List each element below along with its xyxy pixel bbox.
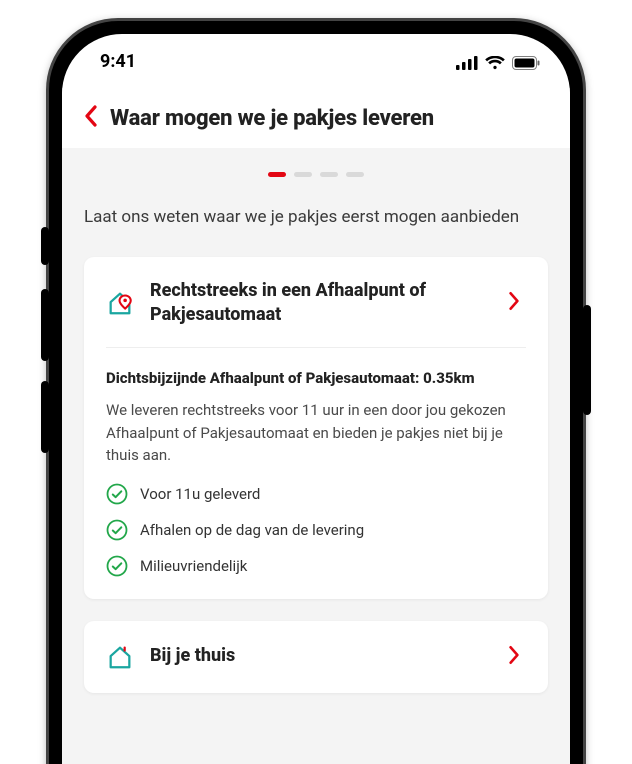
- back-button[interactable]: [84, 105, 98, 131]
- option-title: Bij je thuis: [150, 644, 492, 668]
- header: Waar mogen we je pakjes leveren: [62, 88, 570, 148]
- phone-volume-up: [41, 289, 49, 361]
- option-home-card[interactable]: Bij je thuis: [84, 621, 548, 693]
- option-title: Rechtstreeks in een Afhaalpunt of Pakjes…: [150, 279, 492, 328]
- benefit-label: Afhalen op de dag van de levering: [140, 521, 364, 539]
- progress-dots: [84, 172, 548, 177]
- phone-volume-down: [41, 381, 49, 453]
- benefit-label: Voor 11u geleverd: [140, 485, 260, 503]
- option-header: Rechtstreeks in een Afhaalpunt of Pakjes…: [106, 279, 526, 328]
- benefit-item: Voor 11u geleverd: [106, 483, 526, 505]
- card-divider: [106, 347, 526, 348]
- nearest-line: Dichtsbijzijnde Afhaalpunt of Pakjesauto…: [106, 368, 526, 389]
- battery-icon: [512, 54, 540, 68]
- house-pin-icon: [106, 289, 134, 317]
- option-header: Bij je thuis: [106, 643, 526, 671]
- phone-frame: 9:41: [46, 18, 586, 764]
- status-right: [456, 54, 540, 68]
- progress-step-1: [268, 172, 286, 177]
- body: Laat ons weten waar we je pakjes eerst m…: [62, 148, 570, 764]
- check-circle-icon: [106, 483, 128, 505]
- chevron-right-icon: [508, 291, 526, 315]
- check-circle-icon: [106, 555, 128, 577]
- status-time: 9:41: [100, 51, 136, 72]
- cellular-icon: [456, 54, 478, 68]
- phone-mute-switch: [41, 227, 49, 265]
- intro-text: Laat ons weten waar we je pakjes eerst m…: [84, 205, 548, 231]
- progress-step-2: [294, 172, 312, 177]
- benefit-item: Afhalen op de dag van de levering: [106, 519, 526, 541]
- page-title: Waar mogen we je pakjes leveren: [110, 106, 434, 131]
- progress-step-3: [320, 172, 338, 177]
- benefits-list: Voor 11u geleverd Afhalen op de dag van …: [106, 483, 526, 577]
- option-description: We leveren rechtstreeks voor 11 uur in e…: [106, 399, 526, 467]
- chevron-right-icon: [508, 645, 526, 669]
- phone-power-button: [583, 305, 591, 415]
- benefit-item: Milieuvriendelijk: [106, 555, 526, 577]
- option-pickup-point-card[interactable]: Rechtstreeks in een Afhaalpunt of Pakjes…: [84, 257, 548, 599]
- status-bar: 9:41: [62, 34, 570, 88]
- check-circle-icon: [106, 519, 128, 541]
- wifi-icon: [485, 54, 505, 68]
- benefit-label: Milieuvriendelijk: [140, 557, 247, 575]
- progress-step-4: [346, 172, 364, 177]
- screen: 9:41: [62, 34, 570, 764]
- house-icon: [106, 643, 134, 671]
